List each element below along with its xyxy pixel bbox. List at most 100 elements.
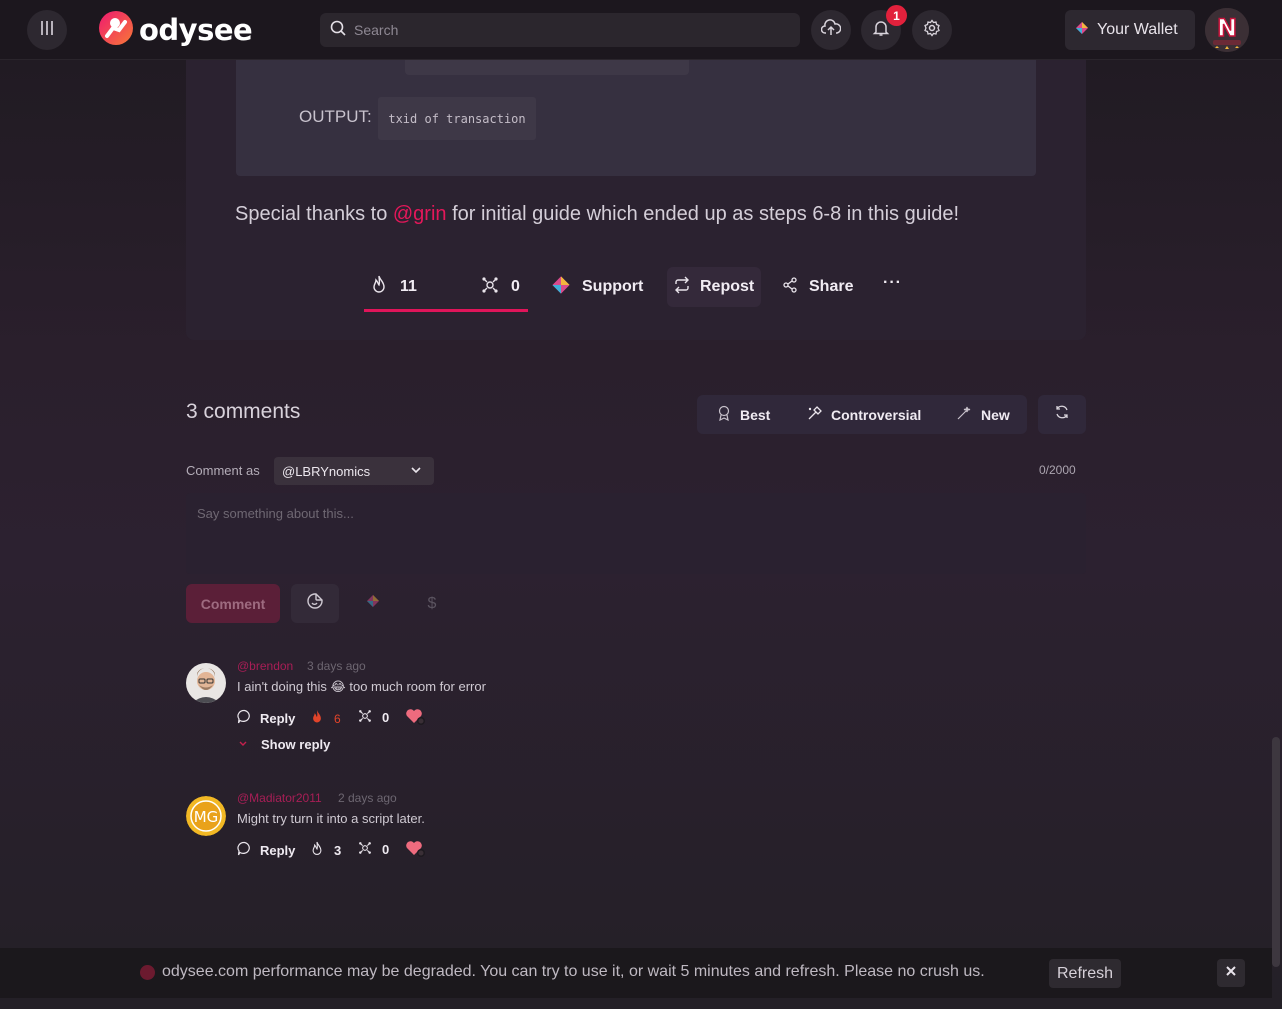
hamburger-icon bbox=[40, 20, 54, 41]
creator-like-button[interactable] bbox=[405, 839, 427, 862]
menu-button[interactable] bbox=[27, 10, 67, 50]
banner-close-button[interactable] bbox=[1217, 959, 1245, 987]
reaction-underline bbox=[364, 309, 528, 312]
scrollbar[interactable] bbox=[1272, 737, 1280, 967]
sort-new-button[interactable]: New bbox=[956, 395, 1010, 434]
comment-slime-count: 0 bbox=[382, 710, 390, 725]
comment-fire-button[interactable]: 3 bbox=[310, 841, 341, 860]
settings-button[interactable] bbox=[912, 10, 952, 50]
close-icon bbox=[1225, 964, 1237, 982]
thanks-paragraph: Special thanks to @grin for initial guid… bbox=[235, 203, 959, 226]
search-placeholder: Search bbox=[354, 22, 399, 38]
show-reply-label: Show reply bbox=[261, 737, 331, 752]
sort-best-button[interactable]: Best bbox=[717, 395, 770, 434]
odysee-logo[interactable]: odysee bbox=[98, 10, 253, 51]
chevron-down-icon bbox=[237, 737, 249, 752]
reply-label: Reply bbox=[260, 842, 296, 858]
dollar-icon: $ bbox=[427, 594, 437, 612]
comment-as-label: Comment as bbox=[186, 463, 260, 478]
odysee-logo-icon bbox=[98, 10, 134, 51]
submit-comment-button[interactable]: Comment bbox=[186, 584, 280, 623]
sticker-button[interactable] bbox=[291, 584, 339, 623]
support-button[interactable]: Support bbox=[551, 266, 643, 308]
sort-controversial-label: Controversial bbox=[831, 406, 922, 423]
comment-text: Might try turn it into a script later. bbox=[237, 811, 425, 826]
upload-button[interactable] bbox=[811, 10, 851, 50]
fire-count: 11 bbox=[400, 278, 417, 295]
logo-text: odysee bbox=[139, 13, 253, 47]
search-input[interactable]: Search bbox=[320, 13, 800, 47]
comment-fire-count: 6 bbox=[334, 711, 341, 726]
tip-usd-button[interactable]: $ bbox=[408, 584, 456, 623]
wallet-button[interactable]: Your Wallet bbox=[1065, 10, 1195, 50]
thanks-prefix: Special thanks to bbox=[235, 203, 393, 225]
slime-icon bbox=[358, 709, 372, 726]
sort-new-label: New bbox=[981, 406, 1010, 423]
svg-text:MG: MG bbox=[194, 808, 219, 826]
tip-lbc-button[interactable] bbox=[349, 584, 397, 623]
slime-reaction-button[interactable]: 0 bbox=[481, 266, 520, 308]
best-icon bbox=[717, 405, 731, 424]
reply-label: Reply bbox=[260, 710, 296, 726]
slime-icon bbox=[481, 276, 499, 299]
refresh-icon bbox=[1054, 404, 1070, 425]
comment-author[interactable]: @brendon bbox=[237, 659, 293, 673]
comment-time[interactable]: 2 days ago bbox=[338, 791, 397, 805]
reply-icon bbox=[237, 841, 252, 859]
comment-author[interactable]: @Madiator2011 bbox=[237, 791, 322, 805]
laughing-emoji: 😂 bbox=[330, 679, 346, 694]
share-label: Share bbox=[809, 278, 854, 295]
share-button[interactable]: Share bbox=[782, 266, 853, 308]
code-snippet bbox=[405, 60, 689, 75]
creator-like-button[interactable] bbox=[405, 707, 427, 730]
comment-text: I ain't doing this 😂 too much room for e… bbox=[237, 679, 486, 695]
gear-icon bbox=[923, 18, 941, 42]
channel-select-value: @LBRYnomics bbox=[282, 463, 371, 479]
reply-button[interactable]: Reply bbox=[237, 841, 295, 859]
comment-placeholder: Say something about this... bbox=[197, 506, 354, 521]
svg-text:N: N bbox=[1217, 14, 1237, 42]
fire-icon bbox=[310, 709, 324, 728]
repost-icon bbox=[673, 276, 691, 299]
cloud-upload-icon bbox=[820, 18, 842, 42]
comments-title: 3 comments bbox=[186, 400, 301, 423]
notification-badge: 1 bbox=[886, 5, 907, 26]
comment-slime-count: 0 bbox=[382, 842, 390, 857]
lbc-credits-icon bbox=[366, 594, 380, 613]
refresh-comments-button[interactable] bbox=[1038, 395, 1086, 434]
avatar[interactable]: MG bbox=[186, 796, 226, 836]
slime-count: 0 bbox=[511, 278, 520, 295]
reply-button[interactable]: Reply bbox=[237, 709, 295, 727]
repost-button[interactable]: Repost bbox=[673, 266, 754, 308]
comment-text-after: too much room for error bbox=[345, 679, 486, 694]
reply-icon bbox=[237, 709, 252, 727]
avatar[interactable] bbox=[186, 663, 226, 703]
mention-link[interactable]: @grin bbox=[393, 203, 447, 225]
banner-text: odysee.com performance may be degraded. … bbox=[162, 963, 985, 980]
fire-icon bbox=[310, 841, 324, 860]
fire-icon bbox=[370, 275, 388, 300]
lbc-credits-icon bbox=[551, 275, 571, 300]
heart-icon bbox=[405, 839, 427, 862]
thanks-suffix: for initial guide which ended up as step… bbox=[446, 203, 960, 225]
sort-controversial-button[interactable]: Controversial bbox=[807, 395, 921, 434]
new-icon bbox=[956, 405, 972, 424]
comment-fire-count: 3 bbox=[334, 843, 342, 858]
controversial-icon bbox=[807, 405, 823, 424]
comment-slime-button[interactable]: 0 bbox=[358, 709, 389, 726]
status-dot-icon bbox=[140, 965, 155, 980]
comment-slime-button[interactable]: 0 bbox=[358, 841, 389, 858]
more-options-button[interactable]: ··· bbox=[883, 262, 902, 304]
show-reply-button[interactable]: Show reply bbox=[237, 737, 330, 752]
chevron-down-icon bbox=[410, 464, 422, 479]
heart-icon bbox=[405, 707, 427, 730]
channel-select[interactable]: @LBRYnomics bbox=[274, 457, 434, 485]
user-avatar[interactable]: N bbox=[1205, 8, 1249, 52]
comment-fire-button[interactable]: 6 bbox=[310, 709, 341, 728]
wallet-label: Your Wallet bbox=[1097, 21, 1178, 38]
fire-reaction-button[interactable]: 11 bbox=[370, 266, 417, 308]
share-icon bbox=[782, 276, 798, 298]
banner-refresh-button[interactable]: Refresh bbox=[1049, 959, 1121, 988]
output-label: OUTPUT: bbox=[299, 107, 372, 126]
comment-time[interactable]: 3 days ago bbox=[307, 659, 366, 673]
